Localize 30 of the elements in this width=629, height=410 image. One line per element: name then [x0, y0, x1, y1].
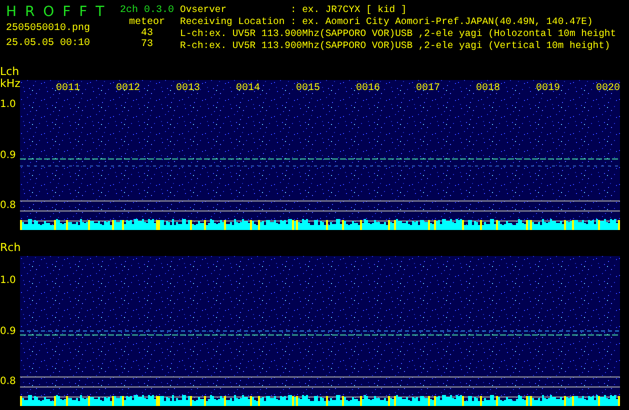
frequency-label: 1.0 [0, 100, 16, 110]
frequency-label: 0.8 [0, 201, 16, 211]
meteor-label: meteor [128, 17, 165, 28]
app-title: H R O F F T [6, 4, 106, 20]
station-info: L-ch:ex. UV5R 113.900Mhz(SAPPORO VOR)USB ,2-ele yagi (Holozontal 10m height [180, 28, 616, 40]
time-label: 0014 [236, 83, 260, 94]
channel-label: Rch [0, 240, 20, 254]
frequency-label: 1.0 [0, 276, 16, 286]
time-label: 0020 [596, 83, 620, 94]
frequency-label: 0.9 [0, 327, 16, 337]
time-label: 0017 [416, 83, 440, 94]
time-label: 0018 [476, 83, 500, 94]
time-label: 0019 [536, 83, 560, 94]
time-label: 0015 [296, 83, 320, 94]
station-info: Ovserver : ex. JR7CYX [ kid ] [180, 4, 408, 16]
time-label: 0013 [176, 83, 200, 94]
time-label: 0011 [56, 83, 80, 94]
unit-label: kHz [0, 78, 20, 90]
time-label: 0012 [116, 83, 140, 94]
frequency-label: 0.9 [0, 151, 16, 161]
meteor-count: 73 [140, 39, 153, 50]
station-info: R-ch:ex. UV5R 113.900Mhz(SAPPORO VOR)USB ,2-ele yagi (Vertical 10m height) [180, 40, 612, 52]
version-label: 2ch 0.3.0 [120, 4, 174, 17]
meteor-count: 43 [140, 28, 153, 39]
time-label: 0016 [356, 83, 380, 94]
date-time: 25.05.05 00:10 [6, 37, 92, 50]
station-info: Receiving Location : ex. Aomori City Aomori-Pref.JAPAN(40.49N, 140.47E) [180, 16, 594, 28]
file-name: 2505050010.png [6, 22, 92, 35]
frequency-label: 0.8 [0, 377, 16, 387]
channel-label: Lch [0, 64, 20, 78]
